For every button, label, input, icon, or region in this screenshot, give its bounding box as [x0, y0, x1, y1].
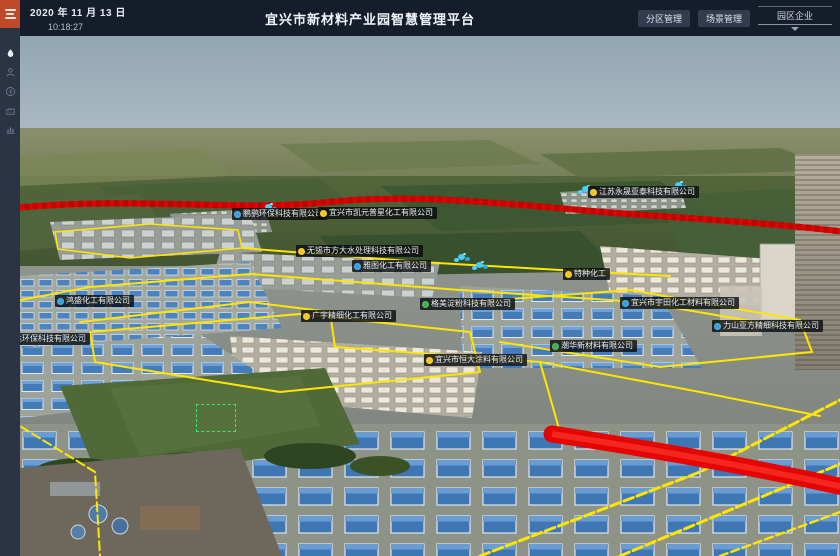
company-marker-icon — [422, 301, 429, 308]
company-marker-icon — [234, 211, 241, 218]
company-label[interactable]: 宜兴市恒大涂料有限公司 — [424, 354, 527, 366]
company-label-text: 格美淀粉科技有限公司 — [431, 298, 511, 310]
company-marker-icon — [320, 210, 327, 217]
chevron-down-icon — [791, 27, 799, 31]
top-header: 2020 年 11 月 13 日 10:18:27 宜兴市新材料产业园智慧管理平… — [20, 0, 840, 36]
company-label[interactable]: 宜兴市宇田化工材料有限公司 — [620, 297, 739, 309]
company-marker-icon — [57, 298, 64, 305]
sidebar — [0, 0, 20, 556]
scene-management-button[interactable]: 场景管理 — [698, 10, 750, 27]
company-marker-icon — [714, 323, 721, 330]
zone-management-button[interactable]: 分区管理 — [638, 10, 690, 27]
company-label-text: 广宇精细化工有限公司 — [312, 310, 392, 322]
company-marker-icon — [590, 189, 597, 196]
company-label-text: 特种化工 — [574, 268, 606, 280]
datetime-display: 2020 年 11 月 13 日 10:18:27 — [30, 4, 140, 32]
company-marker-icon — [565, 271, 572, 278]
map-label-layer: 鹏鹞环保科技有限公司宜兴市凯元普星化工有限公司无锡市方大水处理科技有限公司雅图化… — [20, 36, 840, 556]
company-label[interactable]: 格美淀粉科技有限公司 — [420, 298, 515, 310]
company-label[interactable]: 兴达环保科技有限公司 — [20, 333, 90, 345]
company-marker-icon — [303, 313, 310, 320]
company-label[interactable]: 力山亚方精细科技有限公司 — [712, 320, 823, 332]
company-label-text: 江苏永晟亚泰科技有限公司 — [599, 186, 695, 198]
park-enterprise-dropdown[interactable]: 园区企业 — [758, 6, 832, 31]
company-label-text: 宜兴市宇田化工材料有限公司 — [631, 297, 735, 309]
hamburger-menu-icon[interactable] — [0, 0, 20, 28]
company-label[interactable]: 雅图化工有限公司 — [352, 260, 431, 272]
company-label[interactable]: 宜兴市凯元普星化工有限公司 — [318, 207, 437, 219]
fire-icon[interactable] — [0, 44, 20, 63]
date-text: 2020 年 11 月 13 日 — [30, 4, 140, 19]
company-marker-icon — [354, 263, 361, 270]
company-label-text: 宜兴市凯元普星化工有限公司 — [329, 207, 433, 219]
cyan-map-marker[interactable] — [476, 262, 483, 268]
company-label-text: 鸿盛化工有限公司 — [66, 295, 130, 307]
company-label-text: 宜兴市恒大涂料有限公司 — [435, 354, 523, 366]
company-label-text: 力山亚方精细科技有限公司 — [723, 320, 819, 332]
bar-chart-icon[interactable] — [0, 120, 20, 139]
map-viewport[interactable]: 鹏鹞环保科技有限公司宜兴市凯元普星化工有限公司无锡市方大水处理科技有限公司雅图化… — [20, 36, 840, 556]
company-label-text: 潮华新材料有限公司 — [561, 340, 633, 352]
company-label[interactable]: 鹏鹞环保科技有限公司 — [232, 208, 327, 220]
company-label[interactable]: 无锡市方大水处理科技有限公司 — [296, 245, 423, 257]
company-label[interactable]: 特种化工 — [563, 268, 610, 280]
company-label[interactable]: 江苏永晟亚泰科技有限公司 — [588, 186, 699, 198]
time-text: 10:18:27 — [48, 22, 140, 32]
factory-icon[interactable] — [0, 101, 20, 120]
company-marker-icon — [552, 343, 559, 350]
park-enterprise-dropdown-label: 园区企业 — [758, 7, 832, 25]
company-label-text: 无锡市方大水处理科技有限公司 — [307, 245, 419, 257]
company-label[interactable]: 广宇精细化工有限公司 — [301, 310, 396, 322]
company-label-text: 兴达环保科技有限公司 — [20, 333, 86, 345]
company-label-text: 鹏鹞环保科技有限公司 — [243, 208, 323, 220]
cyan-map-marker[interactable] — [458, 254, 465, 260]
person-icon[interactable] — [0, 63, 20, 82]
company-marker-icon — [622, 300, 629, 307]
company-label[interactable]: 潮华新材料有限公司 — [550, 340, 637, 352]
company-label[interactable]: 鸿盛化工有限公司 — [55, 295, 134, 307]
company-marker-icon — [426, 357, 433, 364]
company-label-text: 雅图化工有限公司 — [363, 260, 427, 272]
gauge-icon[interactable] — [0, 82, 20, 101]
company-marker-icon — [298, 248, 305, 255]
app-window: 2020 年 11 月 13 日 10:18:27 宜兴市新材料产业园智慧管理平… — [0, 0, 840, 556]
selection-box[interactable] — [196, 404, 236, 432]
